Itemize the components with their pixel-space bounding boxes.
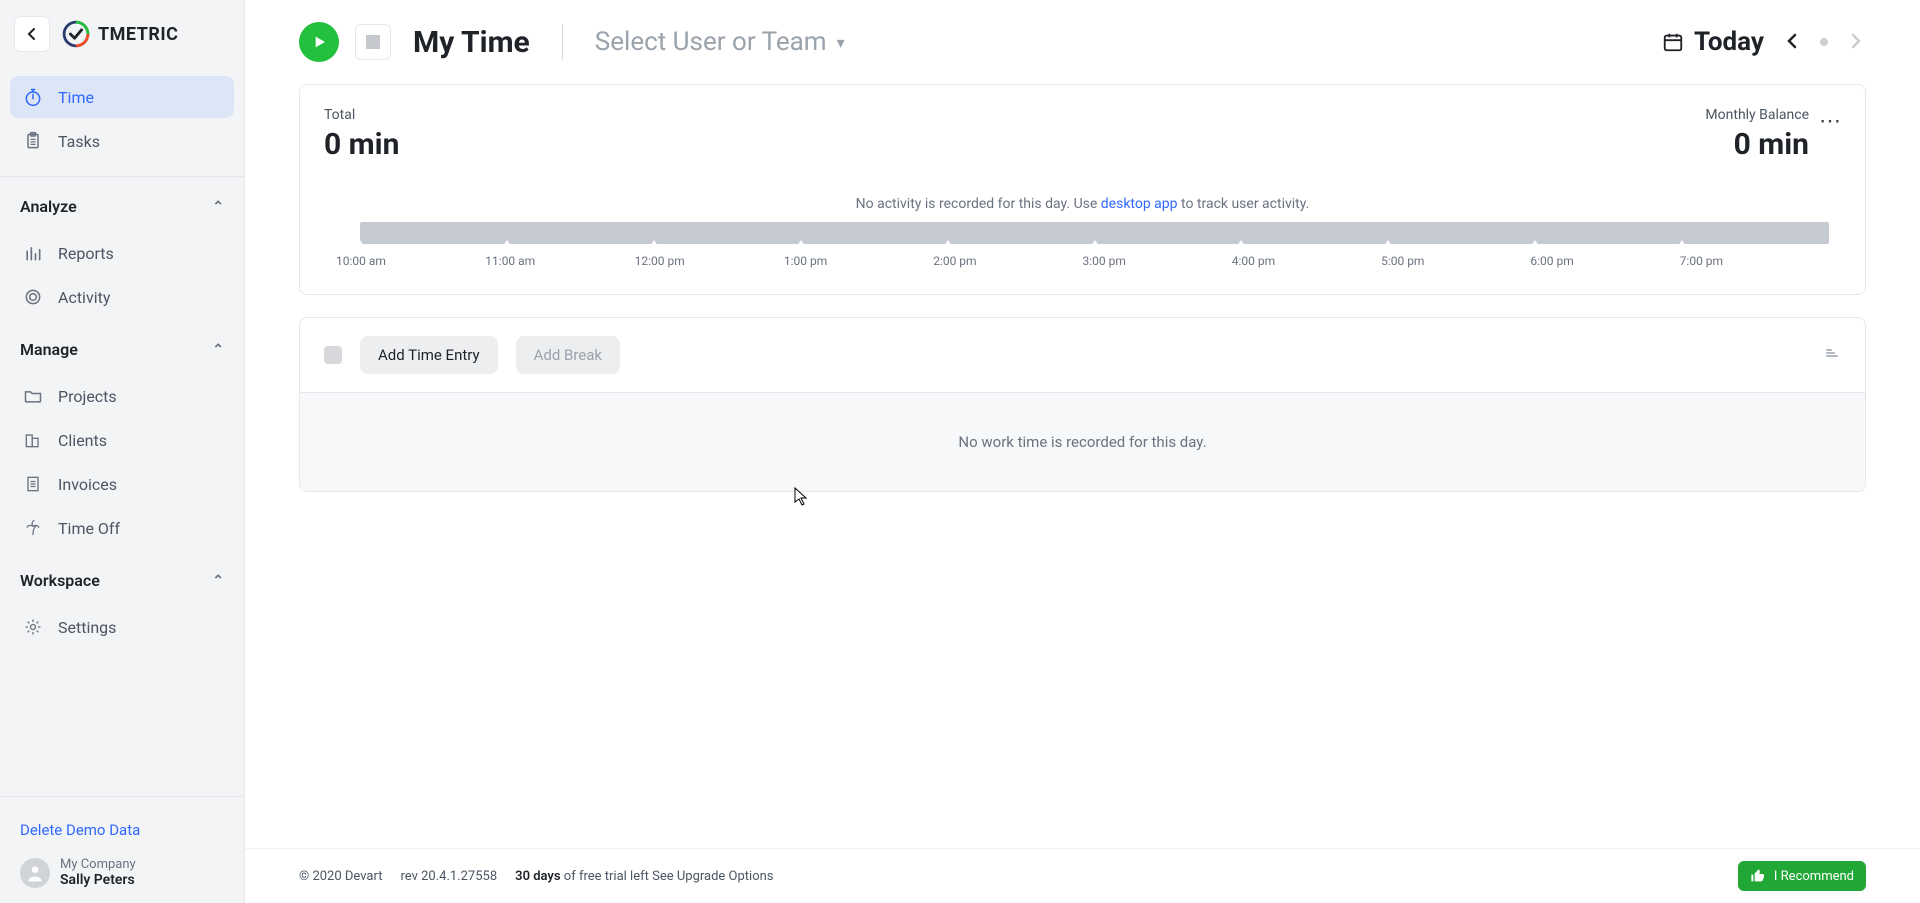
- stop-icon: [366, 35, 380, 49]
- summary-menu-button[interactable]: ⋯: [1819, 109, 1841, 134]
- date-label: Today: [1694, 27, 1764, 57]
- sidebar-item-label: Invoices: [58, 475, 117, 494]
- folder-icon: [22, 385, 44, 407]
- sidebar-item-clients[interactable]: Clients: [10, 419, 234, 461]
- timeline-label: 11:00 am: [485, 254, 634, 268]
- sidebar-item-label: Time Off: [58, 519, 120, 538]
- footer-revision: rev 20.4.1.27558: [400, 869, 497, 884]
- recommend-label: I Recommend: [1774, 869, 1854, 884]
- chevron-up-icon: ⌃: [212, 342, 224, 358]
- sidebar-item-label: Tasks: [58, 132, 100, 151]
- sidebar-item-reports[interactable]: Reports: [10, 232, 234, 274]
- recommend-button[interactable]: I Recommend: [1738, 861, 1866, 891]
- trial-message[interactable]: of free trial left See Upgrade Options: [561, 869, 774, 884]
- topbar: My Time Select User or Team ▾ Today: [245, 0, 1920, 84]
- timeline-label: 12:00 pm: [635, 254, 784, 268]
- buildings-icon: [22, 429, 44, 451]
- prev-day-button[interactable]: [1782, 26, 1802, 58]
- timeline: 10:00 am11:00 am12:00 pm1:00 pm2:00 pm3:…: [336, 222, 1829, 268]
- timeline-label: 7:00 pm: [1680, 254, 1829, 268]
- logo-text: TMETRIC: [98, 24, 178, 45]
- sidebar-item-time[interactable]: Time: [10, 76, 234, 118]
- play-icon: [311, 34, 327, 50]
- sidebar-item-label: Activity: [58, 288, 110, 307]
- sidebar-item-projects[interactable]: Projects: [10, 375, 234, 417]
- section-title: Analyze: [20, 197, 77, 216]
- start-timer-button[interactable]: [299, 22, 339, 62]
- bar-chart-icon: [22, 242, 44, 264]
- balance-label: Monthly Balance: [1705, 107, 1809, 123]
- section-title: Workspace: [20, 571, 100, 590]
- timeline-label: 1:00 pm: [784, 254, 933, 268]
- dots-horizontal-icon: ⋯: [1819, 109, 1841, 134]
- timeline-label: 6:00 pm: [1530, 254, 1679, 268]
- timeline-label: 2:00 pm: [933, 254, 1082, 268]
- empty-state: No work time is recorded for this day.: [300, 393, 1865, 491]
- no-activity-message: No activity is recorded for this day. Us…: [324, 196, 1841, 212]
- user-selector-label: Select User or Team: [595, 27, 827, 57]
- sidebar: TMETRIC Time Tasks Analyze ⌃: [0, 0, 245, 903]
- summary-card: Total 0 min Monthly Balance 0 min ⋯ No a…: [299, 84, 1866, 295]
- sidebar-collapse-button[interactable]: [14, 16, 50, 52]
- stopwatch-icon: [22, 86, 44, 108]
- clipboard-icon: [22, 130, 44, 152]
- date-picker[interactable]: Today: [1662, 27, 1764, 57]
- profile-company: My Company: [60, 857, 136, 873]
- balance-value: 0 min: [1705, 127, 1809, 162]
- section-analyze[interactable]: Analyze ⌃: [0, 183, 244, 224]
- chevron-up-icon: ⌃: [212, 199, 224, 215]
- palm-icon: [22, 517, 44, 539]
- section-manage[interactable]: Manage ⌃: [0, 326, 244, 367]
- chevron-down-icon: ▾: [837, 33, 845, 52]
- total-label: Total: [324, 107, 399, 123]
- entries-card: Add Time Entry Add Break No work time is…: [299, 317, 1866, 492]
- sort-button[interactable]: [1823, 344, 1841, 366]
- profile-name: Sally Peters: [60, 872, 136, 889]
- sidebar-item-label: Clients: [58, 431, 107, 450]
- chevron-right-icon: [1850, 33, 1862, 49]
- sidebar-item-label: Projects: [58, 387, 117, 406]
- next-day-button[interactable]: [1846, 26, 1866, 58]
- sidebar-item-activity[interactable]: Activity: [10, 276, 234, 318]
- chevron-left-icon: [1786, 33, 1798, 49]
- timeline-label: 5:00 pm: [1381, 254, 1530, 268]
- main-content: My Time Select User or Team ▾ Today: [245, 0, 1920, 903]
- desktop-app-link[interactable]: desktop app: [1101, 196, 1178, 212]
- calendar-icon: [1662, 31, 1684, 53]
- stop-timer-button[interactable]: [355, 24, 391, 60]
- sidebar-item-label: Settings: [58, 618, 116, 637]
- delete-demo-link[interactable]: Delete Demo Data: [20, 821, 224, 839]
- trial-days: 30 days: [515, 869, 560, 884]
- section-workspace[interactable]: Workspace ⌃: [0, 557, 244, 598]
- profile-menu[interactable]: My Company Sally Peters: [20, 857, 224, 889]
- sidebar-item-timeoff[interactable]: Time Off: [10, 507, 234, 549]
- invoice-icon: [22, 473, 44, 495]
- select-all-checkbox[interactable]: [324, 346, 342, 364]
- add-time-entry-button[interactable]: Add Time Entry: [360, 336, 498, 374]
- target-icon: [22, 286, 44, 308]
- footer: © 2020 Devart rev 20.4.1.27558 30 days o…: [245, 848, 1920, 903]
- sidebar-item-invoices[interactable]: Invoices: [10, 463, 234, 505]
- gear-icon: [22, 616, 44, 638]
- total-value: 0 min: [324, 127, 399, 162]
- logo[interactable]: TMETRIC: [62, 20, 178, 48]
- timeline-label: 4:00 pm: [1232, 254, 1381, 268]
- timeline-label: 10:00 am: [336, 254, 485, 268]
- page-title: My Time: [413, 25, 530, 60]
- avatar-icon: [20, 858, 50, 888]
- sidebar-item-label: Reports: [58, 244, 114, 263]
- sidebar-item-label: Time: [58, 88, 94, 107]
- thumbs-up-icon: [1750, 868, 1766, 884]
- footer-copyright: © 2020 Devart: [299, 869, 382, 884]
- add-break-button[interactable]: Add Break: [516, 336, 620, 374]
- section-title: Manage: [20, 340, 78, 359]
- chevron-up-icon: ⌃: [212, 573, 224, 589]
- logo-icon: [62, 20, 90, 48]
- sort-icon: [1823, 344, 1841, 362]
- user-selector[interactable]: Select User or Team ▾: [595, 27, 845, 57]
- sidebar-item-tasks[interactable]: Tasks: [10, 120, 234, 162]
- sidebar-item-settings[interactable]: Settings: [10, 606, 234, 648]
- today-dot-icon[interactable]: [1820, 38, 1828, 46]
- timeline-label: 3:00 pm: [1082, 254, 1231, 268]
